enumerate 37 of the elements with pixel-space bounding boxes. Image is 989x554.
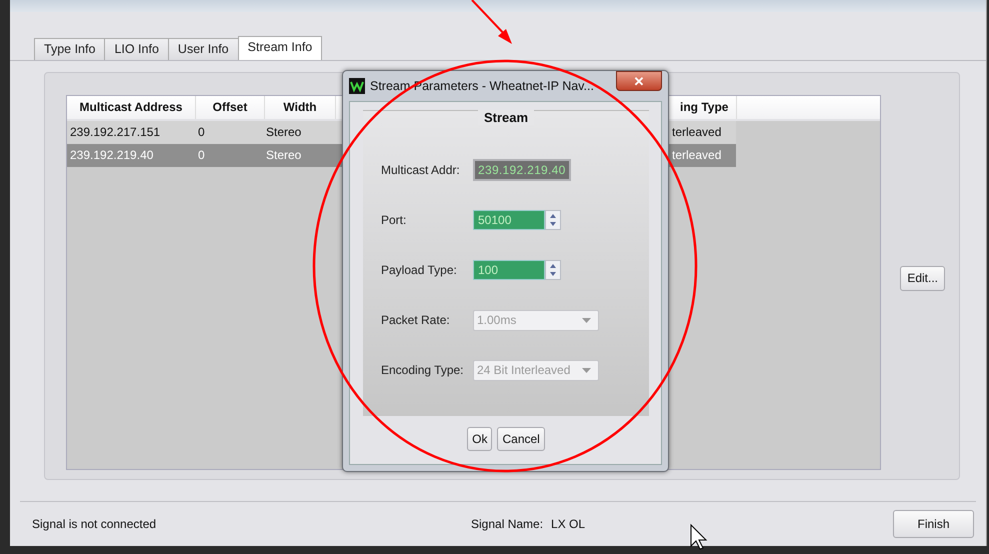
mouse-cursor-icon (690, 524, 708, 550)
table-cell-text: Stereo (265, 125, 302, 140)
signal-name: LX OL (551, 516, 586, 531)
signal-name-label: Signal Name: (471, 516, 544, 531)
column-header: Offset (196, 96, 265, 119)
table-cell-text: 239.192.219.40 (69, 148, 154, 162)
spinner-arrows-icon[interactable] (545, 210, 561, 230)
field-label: Encoding Type: (381, 363, 465, 377)
field-label: Payload Type: (381, 263, 458, 277)
table-cell-text: terleaved (671, 125, 722, 140)
caret-icon (582, 318, 591, 322)
app-logo-icon (349, 78, 365, 94)
dialog-button[interactable]: Ok (467, 427, 492, 451)
field-label: Packet Rate: (381, 313, 451, 327)
tab[interactable]: User Info (168, 38, 239, 60)
finish-button[interactable]: Finish (893, 510, 974, 538)
group-title: Stream (478, 110, 534, 125)
column-header: Multicast Address (67, 96, 196, 119)
column-header: ing Type (672, 96, 738, 119)
column-header: Width (265, 96, 336, 119)
table-cell-text: 0 (197, 125, 206, 140)
tab[interactable]: Type Info (34, 38, 106, 60)
table-cell-text: terleaved (671, 148, 722, 162)
caret-icon (582, 368, 591, 372)
tab[interactable]: LIO Info (104, 38, 169, 60)
connection-status: Signal is not connected (32, 516, 158, 531)
table-cell-text: Stereo (265, 148, 302, 162)
tab[interactable]: Stream Info (238, 36, 322, 60)
table-cell-text: 239.192.217.151 (69, 125, 162, 140)
field-label: Multicast Addr: (381, 163, 461, 177)
spinner-arrows-icon[interactable] (545, 260, 561, 280)
dialog-title: Stream Parameters - Wheatnet-IP Nav... (370, 79, 594, 93)
annotation-arrow (471, 0, 512, 44)
table-cell-text: 0 (197, 148, 206, 162)
field-label: Port: (381, 213, 408, 227)
dialog-button[interactable]: Cancel (497, 427, 545, 451)
edit-button[interactable]: Edit... (900, 266, 945, 291)
